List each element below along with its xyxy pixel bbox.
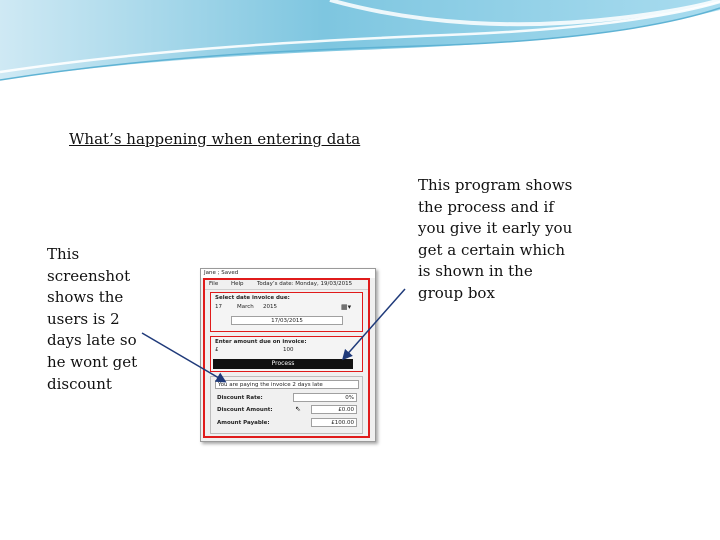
date-group-label: Select date invoice due: [215,295,290,301]
year-value[interactable]: 2015 [263,304,277,310]
menu-file[interactable]: File [209,280,218,289]
amount-payable-field: £100.00 [311,418,357,427]
currency-symbol: £ [215,347,219,353]
amount-group-label: Enter amount due on invoice: [215,339,307,345]
day-value[interactable]: 17 [215,304,222,310]
menu-help[interactable]: Help [231,280,244,289]
left-annotation: This screenshot shows the users is 2 day… [47,245,138,393]
app-screenshot: Jane ; Saved File Help Today’s date: Mon… [200,268,376,442]
calendar-dropdown-icon[interactable]: ▦▾ [341,303,351,311]
window-titlebar: Jane ; Saved [201,269,375,278]
process-button[interactable]: Process [213,359,353,369]
late-payment-message: You are paying the invoice 2 days late [215,380,359,389]
right-annotation: This program shows the process and if yo… [418,176,573,302]
amount-input[interactable]: 100 [283,347,294,353]
selected-date-field[interactable]: 17/03/2015 [231,316,343,325]
discount-amount-label: Discount Amount: [217,407,273,413]
amount-payable-label: Amount Payable: [217,420,270,426]
header-wave-decoration [0,0,720,81]
menu-bar: File Help Today’s date: Monday, 19/03/20… [205,280,368,290]
slide-title: What’s happening when entering data [69,130,361,148]
discount-rate-label: Discount Rate: [217,395,263,401]
result-group-box: You are paying the invoice 2 days late D… [210,376,363,434]
mouse-cursor-icon: ⇖ [295,405,301,413]
todays-date-label: Today’s date: Monday, 19/03/2015 [257,281,353,287]
discount-amount-field: £0.00 [311,405,357,414]
discount-rate-field: 0% [293,393,357,402]
date-group-box: Select date invoice due: 17 March 2015 ▦… [210,292,363,332]
app-red-frame: File Help Today’s date: Monday, 19/03/20… [203,278,370,438]
month-value[interactable]: March [237,304,254,310]
